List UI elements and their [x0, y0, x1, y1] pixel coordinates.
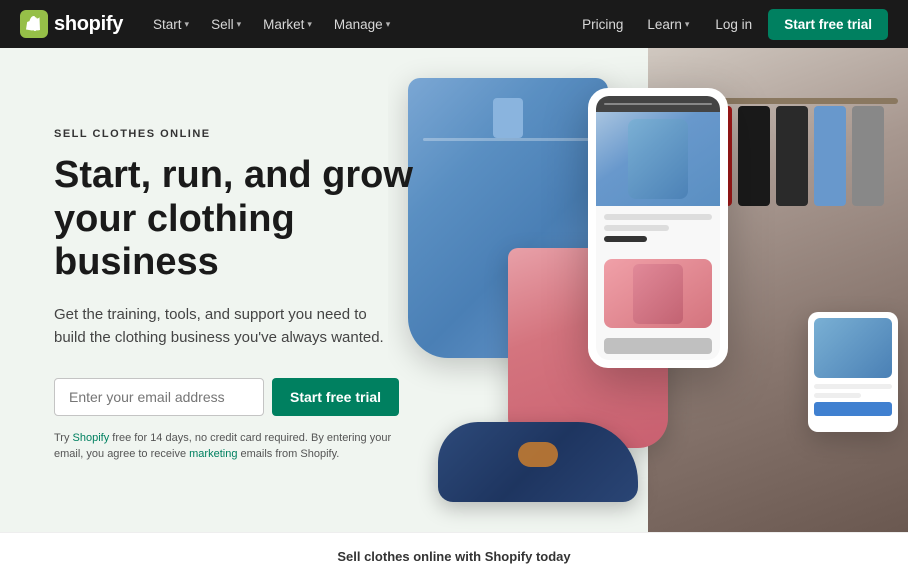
chevron-down-icon: ▾ — [386, 19, 391, 30]
bottom-hint-text: Sell clothes online with Shopify today — [337, 549, 570, 564]
phone-add-btn — [604, 338, 712, 354]
hero-disclaimer: Try Shopify free for 14 days, no credit … — [54, 430, 414, 463]
nav-item-market[interactable]: Market ▾ — [253, 11, 322, 38]
phone-product-info — [596, 206, 720, 255]
nav-learn-link[interactable]: Learn ▾ — [637, 11, 699, 38]
sneakers-item — [438, 422, 638, 502]
brand-name: shopify — [54, 13, 123, 36]
product-icon-pink — [633, 264, 683, 324]
hero-subtext: Get the training, tools, and support you… — [54, 303, 394, 350]
nav-item-sell[interactable]: Sell ▾ — [201, 11, 251, 38]
phone-product-image — [596, 112, 720, 207]
nav-right: Pricing Learn ▾ Log in Start free trial — [572, 9, 888, 40]
nav-item-start[interactable]: Start ▾ — [143, 11, 199, 38]
shopify-logo-icon — [20, 10, 48, 38]
info-line — [604, 214, 712, 220]
card-product-image — [814, 318, 892, 378]
marketing-link[interactable]: marketing — [189, 448, 237, 460]
card-subtitle-line — [814, 393, 861, 398]
hero-headline: Start, run, and grow your clothing busin… — [54, 154, 420, 285]
phone-screen — [596, 96, 720, 360]
hanger-item — [738, 106, 770, 206]
info-line — [604, 225, 669, 231]
phone-product2 — [604, 259, 712, 328]
hero-section: SELL CLOTHES ONLINE Start, run, and grow… — [0, 48, 908, 532]
phone-top-bar — [596, 96, 720, 112]
nav-item-manage[interactable]: Manage ▾ — [324, 11, 400, 38]
hero-form: Start free trial — [54, 378, 420, 416]
product-icon-denim — [628, 119, 688, 199]
hanger-item — [814, 106, 846, 206]
price-line — [604, 236, 647, 242]
start-trial-button[interactable]: Start free trial — [272, 378, 399, 416]
product-card-mockup — [808, 312, 898, 432]
hero-eyebrow: SELL CLOTHES ONLINE — [54, 128, 420, 140]
chevron-down-icon: ▾ — [685, 19, 690, 30]
hanger-item — [776, 106, 808, 206]
navbar: shopify Start ▾ Sell ▾ Market ▾ Manage ▾… — [0, 0, 908, 48]
phone-mockup — [588, 88, 728, 368]
chevron-down-icon: ▾ — [237, 19, 242, 30]
nav-cta-button[interactable]: Start free trial — [768, 9, 888, 40]
hero-image-area — [388, 48, 908, 532]
email-input[interactable] — [54, 378, 264, 416]
card-title-line — [814, 384, 892, 389]
nav-login-link[interactable]: Log in — [703, 11, 764, 38]
card-action-button — [814, 402, 892, 416]
chevron-down-icon: ▾ — [185, 19, 190, 30]
bottom-hint-bar: Sell clothes online with Shopify today — [0, 532, 908, 580]
nav-left: Start ▾ Sell ▾ Market ▾ Manage ▾ — [143, 11, 572, 38]
shopify-link[interactable]: Shopify — [73, 432, 110, 444]
chevron-down-icon: ▾ — [307, 19, 312, 30]
hanger-item — [852, 106, 884, 206]
logo-link[interactable]: shopify — [20, 10, 123, 38]
hero-content: SELL CLOTHES ONLINE Start, run, and grow… — [0, 48, 420, 523]
nav-pricing-link[interactable]: Pricing — [572, 11, 633, 38]
phone-bar-line — [604, 103, 712, 105]
